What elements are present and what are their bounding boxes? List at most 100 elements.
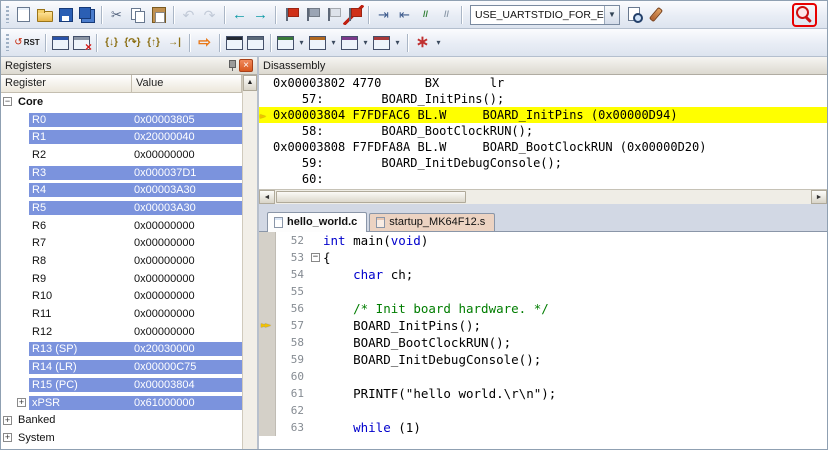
open-file-icon[interactable] [34, 5, 55, 25]
save-icon[interactable] [55, 5, 76, 25]
scroll-right-icon[interactable]: ► [811, 190, 827, 204]
register-row[interactable]: R120x00000000 [1, 323, 242, 341]
editor-tab-hello-world-c[interactable]: hello_world.c [267, 212, 367, 232]
navigate-back-icon[interactable]: ← [229, 5, 250, 25]
disassembly-line[interactable]: 60: [259, 171, 827, 187]
register-row[interactable]: +System [1, 429, 242, 447]
collapse-icon[interactable]: − [3, 97, 12, 106]
value-column-header[interactable]: Value [132, 75, 242, 93]
breakpoint-margin[interactable] [259, 283, 276, 300]
register-column-header[interactable]: Register [1, 75, 132, 93]
run-to-cursor-icon[interactable]: →| [164, 33, 185, 53]
register-row[interactable]: +xPSR0x61000000 [1, 394, 242, 412]
scroll-up-icon[interactable]: ▲ [243, 75, 257, 91]
breakpoint-margin[interactable] [259, 232, 276, 249]
watch-window-icon[interactable] [275, 33, 296, 53]
register-row[interactable]: R70x00000000 [1, 235, 242, 253]
register-row[interactable]: R20x00000000 [1, 146, 242, 164]
pin-icon[interactable] [226, 59, 237, 72]
toolbox-icon[interactable]: ∗ [412, 33, 433, 53]
editor-tab-startup-mk64f12-s[interactable]: startup_MK64F12.s [369, 213, 495, 231]
breakpoint-margin[interactable] [259, 368, 276, 385]
insert-remove-breakpoint-icon[interactable] [280, 5, 301, 25]
code-line[interactable]: 63 while (1) [259, 419, 827, 436]
breakpoint-margin[interactable] [259, 334, 276, 351]
register-row[interactable]: R14 (LR)0x00000C75 [1, 358, 242, 376]
code-line[interactable]: 53−{ [259, 249, 827, 266]
disassembly-line[interactable]: 59: BOARD_InitDebugConsole(); [259, 155, 827, 171]
register-row[interactable]: R30x000037D1 [1, 164, 242, 182]
code-line[interactable]: ►►57 BOARD_InitPins(); [259, 317, 827, 334]
configure-icon[interactable] [645, 5, 666, 25]
stop-icon[interactable] [71, 33, 92, 53]
analysis-window-icon[interactable] [371, 33, 392, 53]
breakpoint-margin[interactable] [259, 300, 276, 317]
toolbox-dropdown[interactable]: ▾ [433, 33, 444, 53]
code-line[interactable]: 56 /* Init board hardware. */ [259, 300, 827, 317]
step-out-icon[interactable]: {↑} [143, 33, 164, 53]
registers-scrollbar[interactable]: ▲ [242, 75, 257, 449]
disable-all-breakpoints-icon[interactable] [322, 5, 343, 25]
breakpoint-margin[interactable] [259, 419, 276, 436]
scroll-left-icon[interactable]: ◄ [259, 190, 275, 204]
expand-icon[interactable]: + [17, 398, 26, 407]
code-line[interactable]: 59 BOARD_InitDebugConsole(); [259, 351, 827, 368]
register-row[interactable]: R50x00003A30 [1, 199, 242, 217]
disassembly-window-icon[interactable] [245, 33, 266, 53]
watch-window-dropdown[interactable]: ▾ [296, 33, 307, 53]
register-row[interactable]: R10x20000040 [1, 128, 242, 146]
expand-icon[interactable]: + [3, 433, 12, 442]
register-row[interactable]: −Core [1, 93, 242, 111]
register-row[interactable]: R80x00000000 [1, 252, 242, 270]
register-row[interactable]: R00x00003805 [1, 111, 242, 129]
code-line[interactable]: 62 [259, 402, 827, 419]
breakpoint-margin[interactable] [259, 402, 276, 419]
register-row[interactable]: R40x00003A30 [1, 181, 242, 199]
serial-window-dropdown[interactable]: ▾ [360, 33, 371, 53]
disassembly-line[interactable]: 58: BOARD_BootClockRUN(); [259, 123, 827, 139]
indent-icon[interactable]: ⇥ [373, 5, 394, 25]
unindent-icon[interactable]: ⇤ [394, 5, 415, 25]
comment-selection-icon[interactable]: // [415, 5, 436, 25]
register-row[interactable]: +Banked [1, 411, 242, 429]
register-row[interactable]: R110x00000000 [1, 305, 242, 323]
disassembly-line[interactable]: 0x00003808 F7FDFA8A BL.W BOARD_BootClock… [259, 139, 827, 155]
memory-window-icon[interactable] [307, 33, 328, 53]
code-line[interactable]: 55 [259, 283, 827, 300]
code-line[interactable]: 52int main(void) [259, 232, 827, 249]
register-row[interactable]: R60x00000000 [1, 217, 242, 235]
disassembly-line[interactable]: 57: BOARD_InitPins(); [259, 91, 827, 107]
memory-window-dropdown[interactable]: ▾ [328, 33, 339, 53]
save-all-icon[interactable] [76, 5, 97, 25]
step-into-icon[interactable]: {↓} [101, 33, 122, 53]
register-row[interactable]: R13 (SP)0x20030000 [1, 341, 242, 359]
start-stop-debug-session-icon[interactable] [794, 5, 815, 25]
command-window-icon[interactable] [224, 33, 245, 53]
breakpoint-margin[interactable] [259, 266, 276, 283]
paste-icon[interactable] [148, 5, 169, 25]
expand-icon[interactable]: + [3, 416, 12, 425]
breakpoint-margin[interactable] [259, 351, 276, 368]
cut-icon[interactable]: ✂ [106, 5, 127, 25]
code-line[interactable]: 60 [259, 368, 827, 385]
enable-disable-breakpoint-icon[interactable] [301, 5, 322, 25]
combo-dropdown-icon[interactable]: ▼ [604, 6, 619, 24]
register-row[interactable]: R15 (PC)0x00003804 [1, 376, 242, 394]
run-icon[interactable] [50, 33, 71, 53]
kill-all-breakpoints-icon[interactable] [343, 5, 364, 25]
show-current-statement-icon[interactable]: ⇨ [194, 33, 215, 53]
register-row[interactable]: R90x00000000 [1, 270, 242, 288]
find-in-files-icon[interactable] [624, 5, 645, 25]
serial-window-icon[interactable] [339, 33, 360, 53]
breakpoint-margin[interactable]: ►► [259, 317, 276, 334]
undo-icon[interactable]: ↶ [178, 5, 199, 25]
code-line[interactable]: 61 PRINTF("hello world.\r\n"); [259, 385, 827, 402]
step-over-icon[interactable]: {↷} [122, 33, 143, 53]
copy-icon[interactable] [127, 5, 148, 25]
breakpoint-margin[interactable] [259, 385, 276, 402]
disassembly-hscrollbar[interactable]: ◄ ► [259, 189, 827, 204]
disassembly-line[interactable]: 0x00003802 4770 BX lr [259, 75, 827, 91]
register-row[interactable]: R100x00000000 [1, 288, 242, 306]
breakpoint-margin[interactable] [259, 249, 276, 266]
code-line[interactable]: 58 BOARD_BootClockRUN(); [259, 334, 827, 351]
